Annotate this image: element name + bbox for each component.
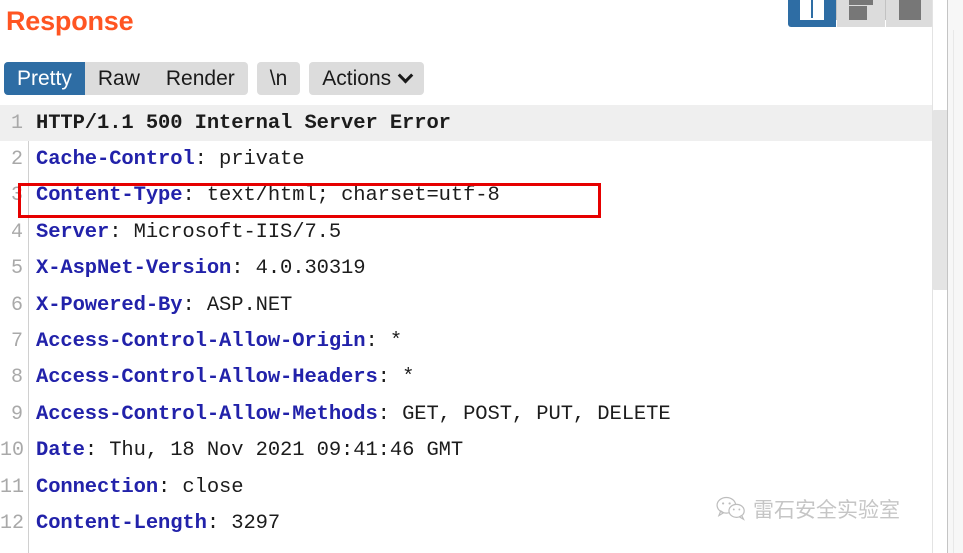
response-line: 3Content-Type: text/html; charset=utf-8 [0,178,932,214]
header-value: : 3297 [207,512,280,535]
header-value: : Microsoft-IIS/7.5 [109,221,341,244]
tab-group-newline: \n [257,62,301,95]
header-name: Server [36,221,109,244]
vertical-split-icon [800,0,824,20]
line-number: 10 [0,439,28,462]
header-name: Content-Type [36,184,182,207]
line-text: Access-Control-Allow-Methods: GET, POST,… [28,403,671,426]
layout-no-split-button[interactable] [886,0,934,27]
tab-render[interactable]: Render [153,62,248,95]
header-name: Access-Control-Allow-Methods [36,403,378,426]
header-value: : close [158,476,243,499]
line-number: 3 [0,184,28,207]
line-text: Content-Length: 3297 [28,512,280,535]
response-line: 5X-AspNet-Version: 4.0.30319 [0,251,932,287]
header-name: Access-Control-Allow-Origin [36,330,365,353]
header-name: Date [36,439,85,462]
vertical-scrollbar[interactable] [932,0,947,553]
response-line: 2Cache-Control: private [0,141,932,177]
page-title: Response [6,5,133,38]
line-text: Content-Type: text/html; charset=utf-8 [28,184,500,207]
line-text: Date: Thu, 18 Nov 2021 09:41:46 GMT [28,439,463,462]
line-text: Access-Control-Allow-Origin: * [28,330,402,353]
header-value: : GET, POST, PUT, DELETE [378,403,671,426]
response-line: 4Server: Microsoft-IIS/7.5 [0,214,932,250]
header-name: X-Powered-By [36,294,182,317]
full-pane-icon [899,0,921,20]
response-line-list: 1HTTP/1.1 500 Internal Server Error2Cach… [0,105,932,542]
response-line: 8Access-Control-Allow-Headers: * [0,360,932,396]
line-number: 12 [0,512,28,535]
response-line: 7Access-Control-Allow-Origin: * [0,323,932,359]
line-text: HTTP/1.1 500 Internal Server Error [28,112,451,135]
layout-toggle-group [788,0,934,27]
response-line: 11Connection: close [0,469,932,505]
chevron-down-icon [398,68,414,84]
header-value: : 4.0.30319 [231,257,365,280]
actions-label: Actions [322,67,391,91]
tab-group-views: Pretty Raw Render [4,62,248,95]
tab-raw[interactable]: Raw [85,62,153,95]
horizontal-split-icon [849,0,873,20]
header-value: : Thu, 18 Nov 2021 09:41:46 GMT [85,439,463,462]
line-number: 7 [0,330,28,353]
header-name: X-AspNet-Version [36,257,231,280]
tab-newline[interactable]: \n [257,62,301,95]
response-line: 6X-Powered-By: ASP.NET [0,287,932,323]
layout-vertical-split-button[interactable] [788,0,836,27]
layout-horizontal-split-button[interactable] [837,0,885,27]
scrollbar-thumb[interactable] [933,110,948,290]
response-line: 1 HTTP/1.1 500 Internal Server Error [0,105,932,141]
status-line-text: HTTP/1.1 500 Internal Server Error [36,112,451,135]
header-value: : * [365,330,402,353]
header-value: : text/html; charset=utf-8 [182,184,499,207]
line-number: 5 [0,257,28,280]
line-number: 6 [0,294,28,317]
line-text: X-AspNet-Version: 4.0.30319 [28,257,365,280]
header-name: Connection [36,476,158,499]
response-line: 9Access-Control-Allow-Methods: GET, POST… [0,396,932,432]
header-name: Cache-Control [36,148,195,171]
line-text: Access-Control-Allow-Headers: * [28,366,414,389]
line-text: Server: Microsoft-IIS/7.5 [28,221,341,244]
line-number: 8 [0,366,28,389]
response-line: 10Date: Thu, 18 Nov 2021 09:41:46 GMT [0,433,932,469]
line-text: Cache-Control: private [28,148,304,171]
line-number: 2 [0,148,28,171]
header-value: : private [195,148,305,171]
line-number: 11 [0,476,28,499]
header-name: Access-Control-Allow-Headers [36,366,378,389]
line-text: X-Powered-By: ASP.NET [28,294,292,317]
actions-button[interactable]: Actions [309,62,424,95]
tab-group-actions: Actions [309,62,424,95]
line-number: 9 [0,403,28,426]
line-number: 1 [0,112,28,135]
burp-response-panel: Response Pretty Raw Render \n Actions 1H… [0,0,963,553]
view-tab-bar: Pretty Raw Render \n Actions [4,62,424,95]
response-body-editor[interactable]: 1HTTP/1.1 500 Internal Server Error2Cach… [0,105,932,553]
response-line: 12Content-Length: 3297 [0,505,932,541]
tab-pretty[interactable]: Pretty [4,62,85,95]
panel-right-edge [947,0,963,553]
header-value: : * [378,366,415,389]
header-value: : ASP.NET [182,294,292,317]
line-number: 4 [0,221,28,244]
edge-divider [953,30,954,553]
header-name: Content-Length [36,512,207,535]
line-text: Connection: close [28,476,243,499]
